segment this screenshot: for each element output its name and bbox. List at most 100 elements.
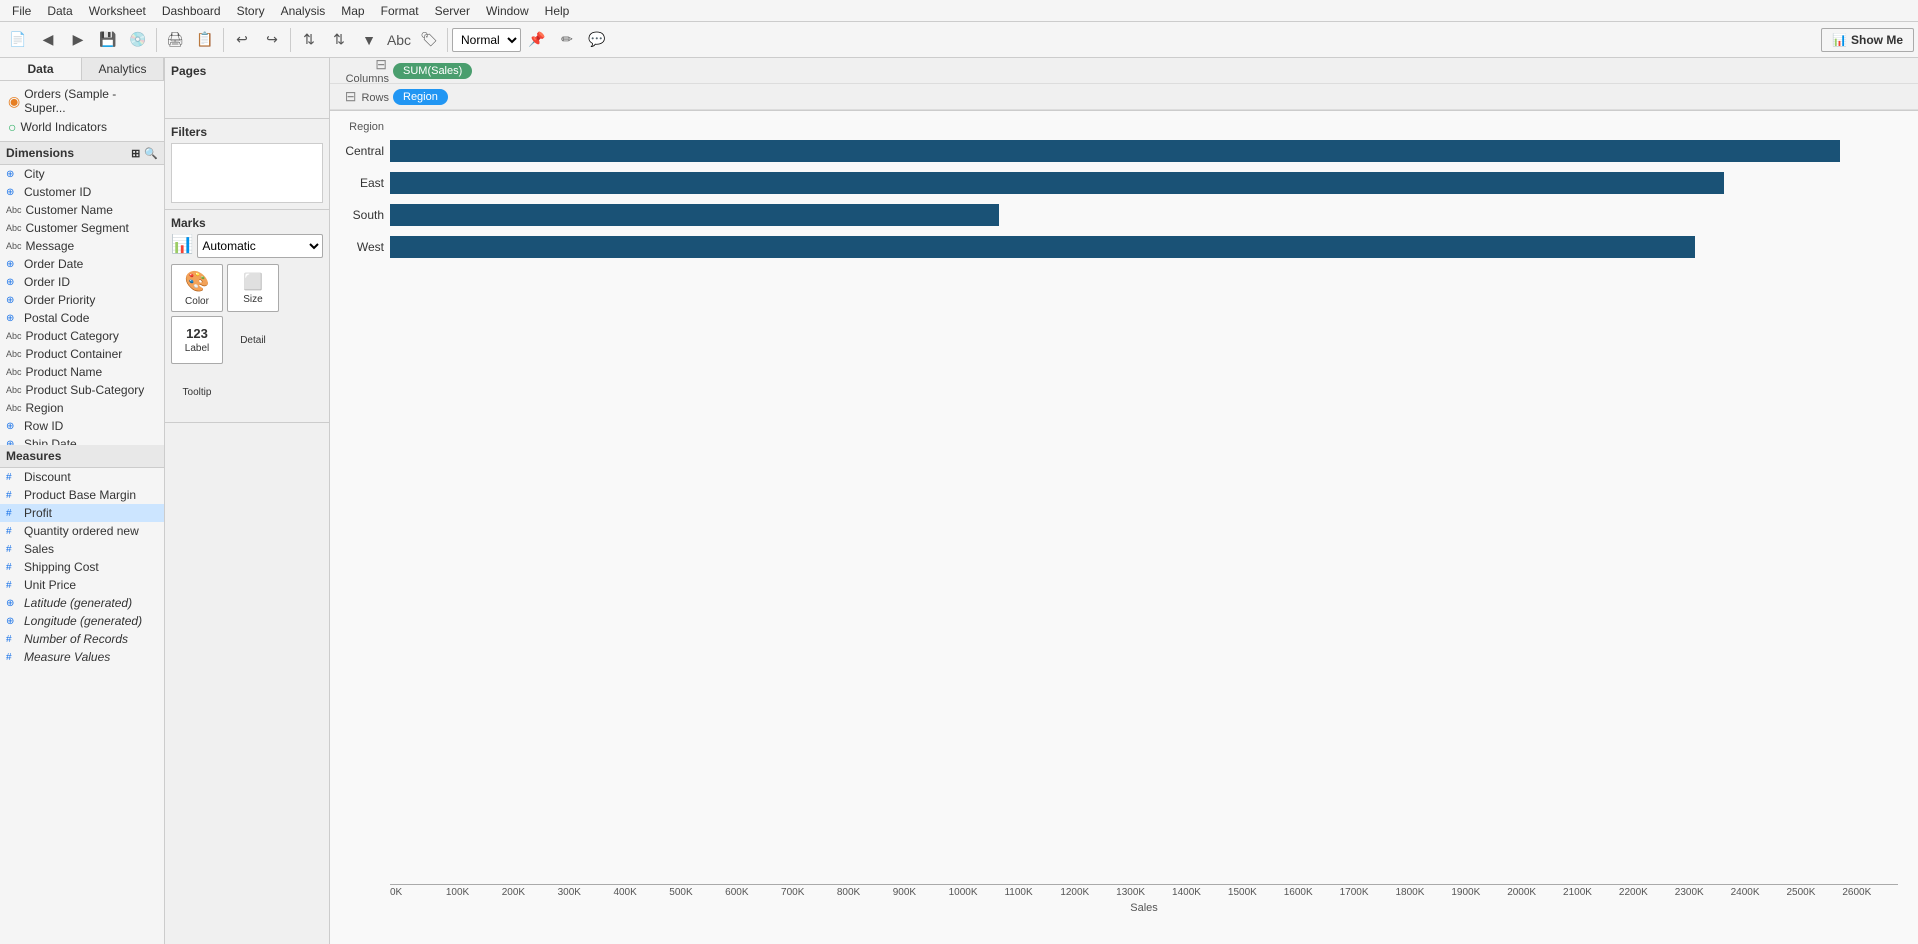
dim-region[interactable]: AbcRegion (0, 399, 164, 417)
menu-help[interactable]: Help (537, 2, 578, 20)
dim-product-container[interactable]: AbcProduct Container (0, 345, 164, 363)
main-layout: Data Analytics ◉ Orders (Sample - Super.… (0, 58, 1918, 944)
rows-shelf: ⊟ Rows Region (330, 84, 1918, 110)
rows-pill[interactable]: Region (393, 89, 448, 105)
toolbar-back[interactable]: ◀ (34, 26, 62, 54)
toolbar-save2[interactable]: 💿 (124, 26, 152, 54)
marks-label-btn[interactable]: 123 Label (171, 316, 223, 364)
tab-analytics[interactable]: Analytics (82, 58, 164, 80)
toolbar-pin[interactable]: 📌 (523, 26, 551, 54)
x-tick: 2300K (1675, 887, 1731, 898)
toolbar-print2[interactable]: 📋 (191, 26, 219, 54)
dim-abc-icon: Abc (6, 331, 22, 341)
toolbar-speech[interactable]: 💬 (583, 26, 611, 54)
menu-story[interactable]: Story (229, 2, 273, 20)
meas-latitude[interactable]: ⊕Latitude (generated) (0, 594, 164, 612)
dim-row-id[interactable]: ⊕Row ID (0, 417, 164, 435)
toolbar-labels[interactable]: 🏷 (415, 26, 443, 54)
bar-east[interactable] (390, 172, 1724, 194)
dim-customer-segment[interactable]: AbcCustomer Segment (0, 219, 164, 237)
datasource-world[interactable]: ○ World Indicators (4, 117, 160, 137)
meas-product-base-margin[interactable]: #Product Base Margin (0, 486, 164, 504)
menu-worksheet[interactable]: Worksheet (81, 2, 154, 20)
meas-measure-values[interactable]: #Measure Values (0, 648, 164, 666)
meas-hash-icon: # (6, 580, 20, 591)
dim-customer-id[interactable]: ⊕Customer ID (0, 183, 164, 201)
bar-south[interactable] (390, 204, 999, 226)
meas-number-records[interactable]: #Number of Records (0, 630, 164, 648)
toolbar-redo[interactable]: ↪ (258, 26, 286, 54)
menu-map[interactable]: Map (333, 2, 372, 20)
x-tick: 500K (669, 887, 725, 898)
datasource-orders[interactable]: ◉ Orders (Sample - Super... (4, 85, 160, 117)
meas-sales[interactable]: #Sales (0, 540, 164, 558)
dim-order-priority[interactable]: ⊕Order Priority (0, 291, 164, 309)
dim-product-sub-category[interactable]: AbcProduct Sub-Category (0, 381, 164, 399)
dim-customer-name[interactable]: AbcCustomer Name (0, 201, 164, 219)
marks-color-btn[interactable]: 🎨 Color (171, 264, 223, 312)
x-tick: 600K (725, 887, 781, 898)
menu-window[interactable]: Window (478, 2, 537, 20)
columns-label: ⊟ Columns (334, 58, 389, 85)
toolbar-undo[interactable]: ↩ (228, 26, 256, 54)
pages-section: Pages (165, 58, 329, 119)
dim-product-name[interactable]: AbcProduct Name (0, 363, 164, 381)
toolbar-group[interactable]: Abc (385, 26, 413, 54)
toolbar-new[interactable]: 📄 (4, 26, 32, 54)
meas-quantity-ordered[interactable]: #Quantity ordered new (0, 522, 164, 540)
tab-data[interactable]: Data (0, 58, 82, 80)
marks-detail-btn[interactable]: Detail (227, 316, 279, 364)
dim-grid-icon[interactable]: ⊞ (131, 147, 140, 160)
meas-longitude[interactable]: ⊕Longitude (generated) (0, 612, 164, 630)
dimensions-header: Dimensions ⊞ 🔍 (0, 142, 164, 165)
dim-ship-date[interactable]: ⊕Ship Date (0, 435, 164, 445)
bar-west[interactable] (390, 236, 1695, 258)
rows-grid-icon: ⊟ (345, 88, 357, 104)
menu-server[interactable]: Server (427, 2, 478, 20)
menu-format[interactable]: Format (373, 2, 427, 20)
show-me-button[interactable]: 📊 Show Me (1821, 28, 1914, 52)
toolbar-forward[interactable]: ▶ (64, 26, 92, 54)
meas-discount[interactable]: #Discount (0, 468, 164, 486)
x-tick: 200K (502, 887, 558, 898)
dim-abc-icon: Abc (6, 385, 22, 395)
menu-dashboard[interactable]: Dashboard (154, 2, 229, 20)
dim-circle-icon: ⊕ (6, 313, 20, 324)
dim-message[interactable]: AbcMessage (0, 237, 164, 255)
toolbar-pen[interactable]: ✏ (553, 26, 581, 54)
marks-buttons: 🎨 Color ⬜ Size 123 Label Detail Tooltip (171, 264, 323, 416)
meas-shipping-cost[interactable]: #Shipping Cost (0, 558, 164, 576)
dim-search-icon[interactable]: 🔍 (144, 147, 158, 160)
toolbar-swap[interactable]: ⇅ (295, 26, 323, 54)
dim-abc-icon: Abc (6, 367, 22, 377)
toolbar-print[interactable]: 🖨 (161, 26, 189, 54)
menu-file[interactable]: File (4, 2, 39, 20)
toolbar-filter[interactable]: ▼ (355, 26, 383, 54)
bar-central[interactable] (390, 140, 1840, 162)
dim-order-id[interactable]: ⊕Order ID (0, 273, 164, 291)
dim-circle-icon: ⊕ (6, 421, 20, 432)
sep3 (290, 28, 291, 52)
marks-size-btn[interactable]: ⬜ Size (227, 264, 279, 312)
toolbar-save[interactable]: 💾 (94, 26, 122, 54)
meas-profit[interactable]: #Profit (0, 504, 164, 522)
bar-label: Central (335, 144, 390, 158)
columns-pill[interactable]: SUM(Sales) (393, 63, 472, 79)
menu-analysis[interactable]: Analysis (273, 2, 334, 20)
dim-postal-code[interactable]: ⊕Postal Code (0, 309, 164, 327)
meas-hash-icon: # (6, 490, 20, 501)
menu-data[interactable]: Data (39, 2, 80, 20)
dim-product-category[interactable]: AbcProduct Category (0, 327, 164, 345)
dim-order-date[interactable]: ⊕Order Date (0, 255, 164, 273)
marks-tooltip-btn[interactable]: Tooltip (171, 368, 223, 416)
chart-icon: 📊 (1832, 33, 1847, 47)
marks-type-select[interactable]: Automatic (197, 234, 323, 258)
marks-title: Marks (171, 216, 323, 230)
dim-city[interactable]: ⊕City (0, 165, 164, 183)
sep4 (447, 28, 448, 52)
normal-select[interactable]: Normal (452, 28, 521, 52)
meas-hash-icon: # (6, 652, 20, 663)
toolbar-sort[interactable]: ⇅ (325, 26, 353, 54)
meas-unit-price[interactable]: #Unit Price (0, 576, 164, 594)
meas-hash-icon: # (6, 472, 20, 483)
